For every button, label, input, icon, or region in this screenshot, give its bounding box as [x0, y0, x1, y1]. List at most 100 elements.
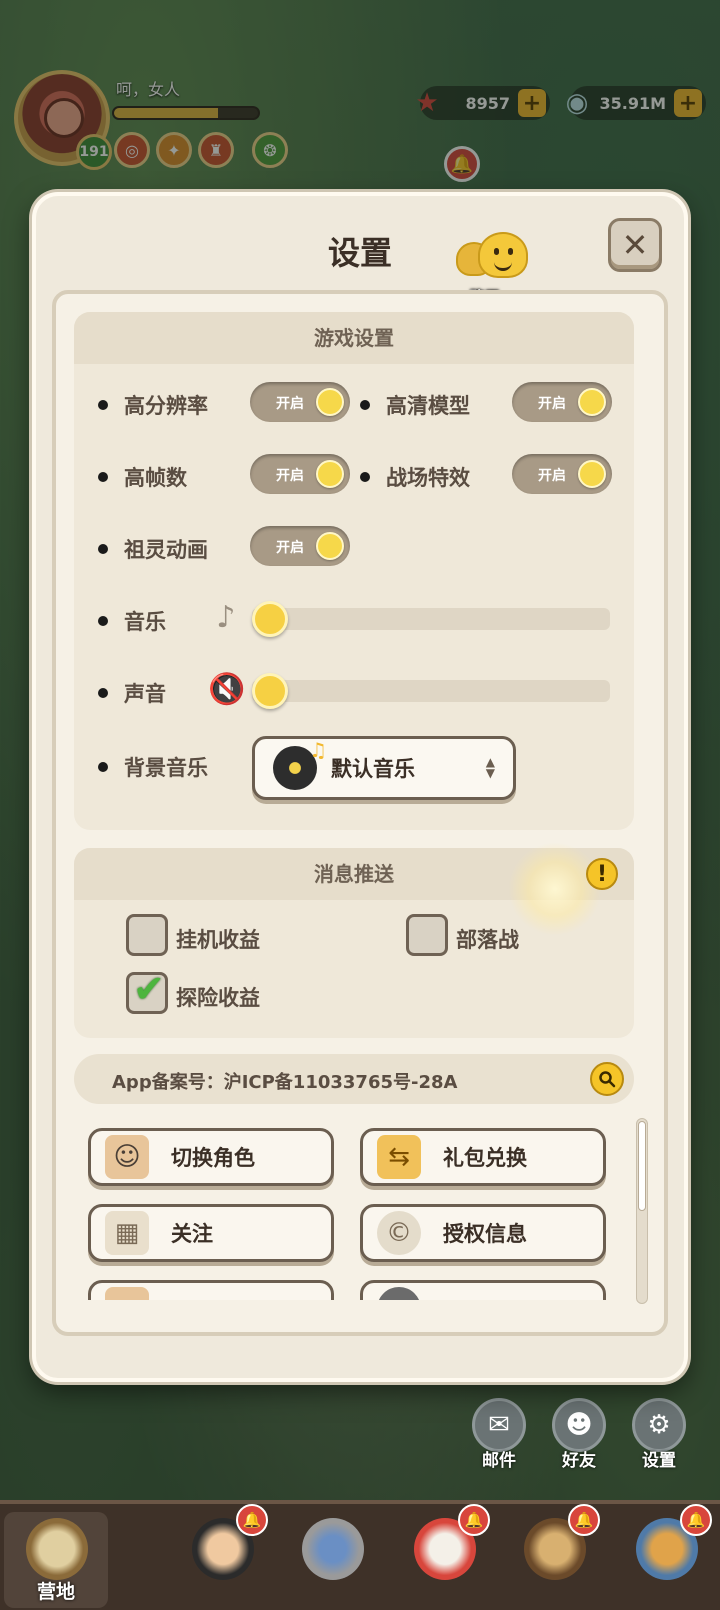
section-title: 游戏设置 — [74, 312, 634, 364]
option-label: 高帧数 — [124, 466, 187, 490]
gift-redeem-label: 礼包兑换 — [443, 1146, 527, 1170]
explore-income-label: 探险收益 — [176, 986, 260, 1010]
nav-pets[interactable]: 🔔 — [392, 1504, 496, 1608]
toggle-knob — [316, 532, 344, 560]
nav-tribe[interactable]: 🔔 — [614, 1504, 718, 1608]
toggle-high-fps[interactable]: 开启 — [250, 454, 350, 494]
sound-slider-handle[interactable] — [252, 673, 288, 709]
nav-shop[interactable]: 🔔 — [502, 1504, 606, 1608]
checkbox-idle-income[interactable] — [126, 914, 168, 956]
app-record-text: App备案号：沪ICP备11033765号-28A — [112, 1072, 458, 1093]
search-icon[interactable] — [590, 1062, 624, 1096]
settings-panel: 游戏设置 高分辨率 开启 高清模型 开启 高帧数 开启 战场特效 开启 祖灵动画… — [52, 290, 668, 1336]
bell-icon: 🔔 — [458, 1504, 490, 1536]
idle-income-label: 挂机收益 — [176, 928, 260, 952]
bullet-icon — [98, 616, 108, 626]
option-sound: 声音 — [98, 678, 166, 708]
option-label: 祖灵动画 — [124, 538, 208, 562]
game-settings-section: 游戏设置 高分辨率 开启 高清模型 开启 高帧数 开启 战场特效 开启 祖灵动画… — [74, 312, 634, 830]
option-label: 声音 — [124, 682, 166, 706]
warning-icon[interactable]: ! — [586, 858, 618, 890]
character-icon: ☺ — [105, 1135, 149, 1179]
chat-face-icon — [478, 232, 528, 278]
tribe-war-label: 部落战 — [456, 928, 519, 952]
music-note-icon: ♫ — [309, 738, 327, 762]
option-hd-model: 高清模型 — [360, 390, 470, 420]
toggle-knob — [316, 388, 344, 416]
switch-role-label: 切换角色 — [171, 1146, 255, 1170]
toggle-hd-model[interactable]: 开启 — [512, 382, 612, 422]
bullet-icon — [98, 762, 108, 772]
menu-scrollbar[interactable] — [636, 1118, 648, 1304]
toggle-high-resolution[interactable]: 开启 — [250, 382, 350, 422]
qr-code-icon: ▦ — [105, 1211, 149, 1255]
copyright-icon: © — [377, 1211, 421, 1255]
toggle-label: 开启 — [276, 396, 304, 412]
toggle-knob — [316, 460, 344, 488]
option-label: 音乐 — [124, 610, 166, 634]
checkbox-explore-income[interactable]: ✔ — [126, 967, 168, 1014]
scroll-button-partial[interactable] — [88, 1280, 334, 1300]
nav-hero[interactable]: 🔔 — [170, 1504, 274, 1608]
bell-icon: 🔔 — [568, 1504, 600, 1536]
toggle-label: 开启 — [276, 540, 304, 556]
menu-button-grid: ☺ 切换角色 ⇆ 礼包兑换 ▦ 关注 © 授权信息 — [74, 1118, 630, 1300]
nav-battle[interactable] — [280, 1512, 384, 1608]
option-high-fps: 高帧数 — [98, 462, 187, 492]
music-muted-icon: ♪ — [216, 600, 236, 635]
scroll-icon — [105, 1287, 149, 1300]
bullet-icon — [360, 400, 370, 410]
bottom-nav: 营地 🔔 🔔 🔔 🔔 — [0, 1500, 720, 1610]
dialog-title: 设置 — [327, 234, 392, 272]
music-slider-handle[interactable] — [252, 601, 288, 637]
sound-slider[interactable] — [252, 680, 610, 702]
settings-label: 设置 — [642, 1451, 676, 1471]
bullet-icon — [98, 544, 108, 554]
option-label: 高分辨率 — [124, 394, 208, 418]
bell-icon: 🔔 — [236, 1504, 268, 1536]
nav-camp[interactable]: 营地 — [4, 1512, 108, 1608]
mail-button[interactable]: ✉ 邮件 — [470, 1398, 528, 1471]
bgm-value: 默认音乐 — [331, 757, 415, 781]
close-icon: ✕ — [621, 226, 649, 264]
bullet-icon — [98, 400, 108, 410]
option-label: 高清模型 — [386, 394, 470, 418]
switch-role-button[interactable]: ☺ 切换角色 — [88, 1128, 334, 1186]
settings-button[interactable]: ⚙ 设置 — [630, 1398, 688, 1471]
toggle-knob — [578, 460, 606, 488]
mail-label: 邮件 — [482, 1451, 516, 1471]
bullet-icon — [98, 688, 108, 698]
friends-button[interactable]: ☻ 好友 — [550, 1398, 608, 1471]
close-button[interactable]: ✕ — [608, 218, 662, 272]
mail-icon: ✉ — [472, 1398, 526, 1452]
sound-muted-icon: 🔇 — [208, 672, 246, 707]
music-disc-icon: ♫ — [273, 738, 327, 790]
option-bgm: 背景音乐 — [98, 752, 208, 782]
bgm-select[interactable]: ♫ 默认音乐 ▲ ▼ — [252, 736, 516, 800]
friends-icon: ☻ — [552, 1398, 606, 1452]
settings-dialog: 设置 ✕ 聊天 游戏设置 高分辨率 开启 高清模型 开启 高帧数 开启 战场特效… — [32, 192, 688, 1382]
stone-button-partial[interactable] — [360, 1280, 606, 1300]
checkmark-icon: ✔ — [133, 967, 165, 1011]
toggle-battle-effects[interactable]: 开启 — [512, 454, 612, 494]
app-record-row: App备案号：沪ICP备11033765号-28A — [74, 1054, 634, 1104]
toggle-label: 开启 — [538, 396, 566, 412]
option-spirit-animation: 祖灵动画 — [98, 534, 208, 564]
follow-button[interactable]: ▦ 关注 — [88, 1204, 334, 1262]
toggle-knob — [578, 388, 606, 416]
music-slider[interactable] — [252, 608, 610, 630]
camp-icon — [26, 1518, 88, 1580]
follow-label: 关注 — [171, 1222, 213, 1246]
gift-bag-icon: ⇆ — [377, 1135, 421, 1179]
gift-redeem-button[interactable]: ⇆ 礼包兑换 — [360, 1128, 606, 1186]
gear-icon: ⚙ — [632, 1398, 686, 1452]
bullet-icon — [98, 472, 108, 482]
option-label: 背景音乐 — [124, 756, 208, 780]
sparkle-effect — [508, 842, 602, 936]
license-info-button[interactable]: © 授权信息 — [360, 1204, 606, 1262]
sword-icon — [302, 1518, 364, 1580]
checkbox-tribe-war[interactable] — [406, 914, 448, 956]
toggle-spirit-animation[interactable]: 开启 — [250, 526, 350, 566]
stone-icon — [377, 1287, 421, 1300]
scrollbar-thumb[interactable] — [638, 1121, 646, 1211]
